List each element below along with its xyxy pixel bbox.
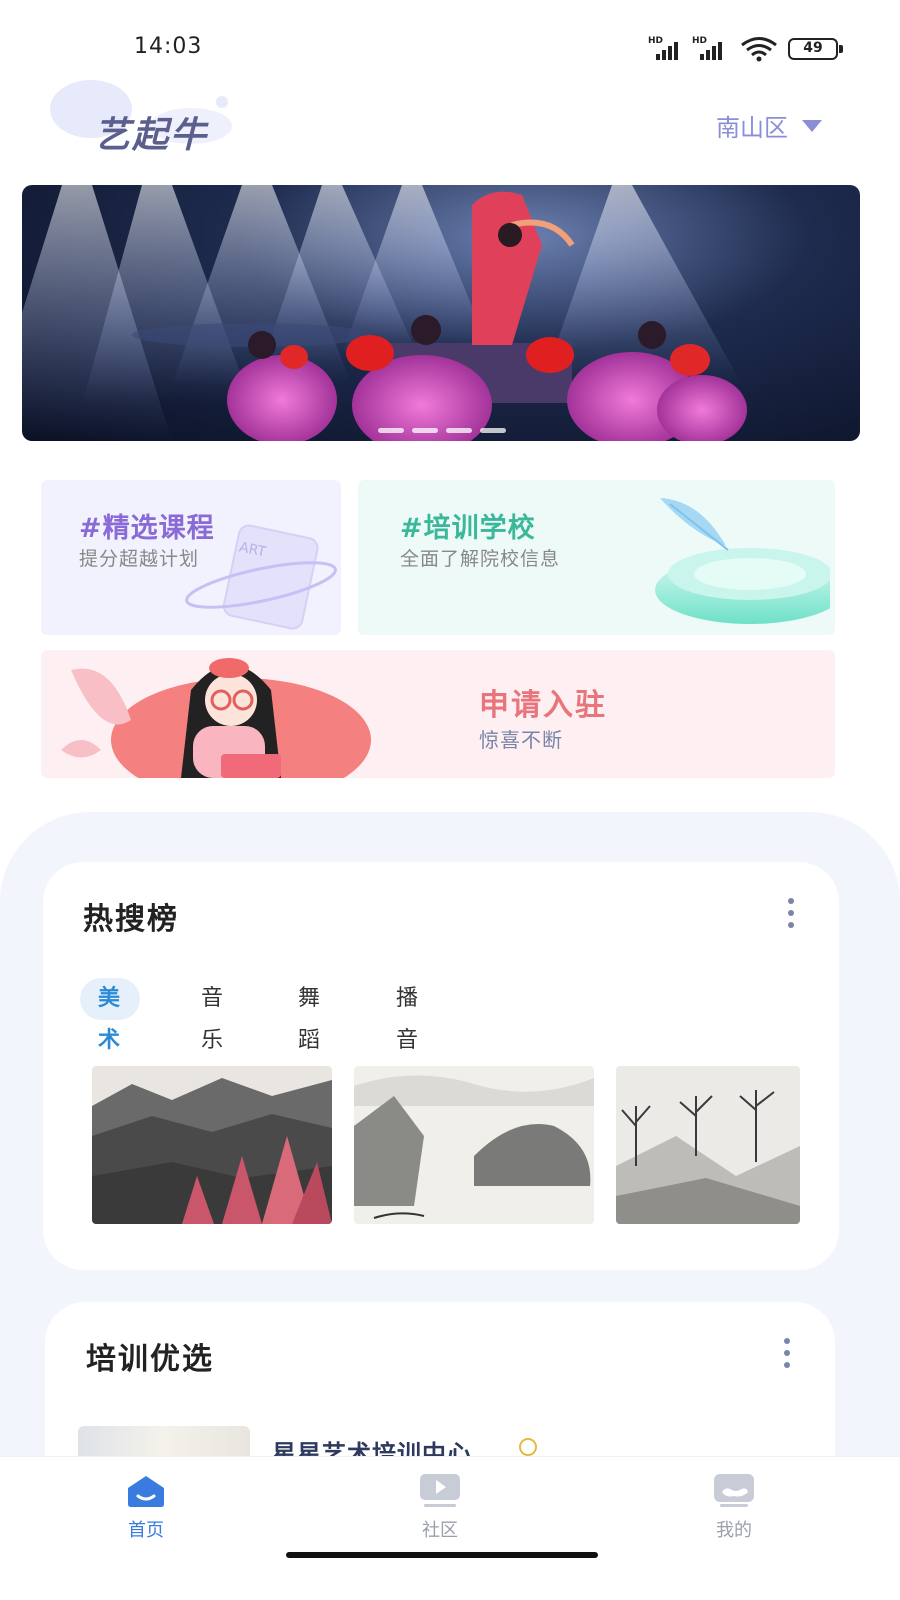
apply-title: 申请入驻 bbox=[479, 688, 607, 723]
banner-dot bbox=[446, 428, 472, 433]
district-selector[interactable]: 南山区 bbox=[716, 108, 822, 143]
tab-home-label: 首页 bbox=[128, 1520, 164, 1541]
tab-home[interactable]: 首页 bbox=[106, 1472, 186, 1542]
training-picks-title: 培训优选 bbox=[86, 1342, 214, 1377]
ink-landscape-image bbox=[354, 1066, 594, 1224]
banner-carousel[interactable] bbox=[22, 185, 860, 441]
battery-icon: 49 bbox=[788, 38, 838, 60]
artwork-item[interactable] bbox=[354, 1066, 594, 1224]
status-time: 14:03 bbox=[134, 34, 203, 59]
wifi-icon bbox=[741, 37, 777, 62]
featured-courses-card[interactable]: #精选课程 提分超越计划 ART bbox=[41, 480, 341, 635]
status-bar: 14:03 HD HD 49 bbox=[0, 0, 900, 80]
tab-broadcasting[interactable]: 播音主持 bbox=[396, 978, 420, 1137]
banner-pagination bbox=[378, 428, 506, 433]
battery-nub bbox=[839, 45, 843, 53]
tab-profile-label: 我的 bbox=[716, 1520, 752, 1541]
signal-icon: HD bbox=[692, 36, 726, 60]
training-schools-card[interactable]: #培训学校 全面了解院校信息 bbox=[358, 480, 835, 635]
banner-dot bbox=[378, 428, 404, 433]
landscape-painting-image bbox=[92, 1066, 332, 1224]
district-label: 南山区 bbox=[716, 114, 788, 142]
training-schools-title: #培训学校 bbox=[400, 513, 536, 544]
apply-subtitle: 惊喜不断 bbox=[479, 728, 563, 752]
home-indicator[interactable] bbox=[286, 1552, 598, 1558]
dance-performance-image bbox=[22, 185, 747, 441]
caret-down-icon bbox=[802, 119, 822, 132]
logo-decoration bbox=[216, 96, 228, 108]
art-book-icon bbox=[185, 524, 337, 630]
home-icon bbox=[128, 1476, 164, 1507]
tab-music[interactable]: 音乐 bbox=[201, 978, 225, 1053]
more-options-icon[interactable] bbox=[786, 898, 796, 928]
tab-art[interactable]: 美术 bbox=[80, 978, 141, 1053]
signal-icon: HD bbox=[648, 36, 682, 60]
more-options-icon[interactable] bbox=[782, 1338, 792, 1368]
girl-illustration bbox=[61, 658, 371, 778]
banner-dot bbox=[412, 428, 438, 433]
tab-community[interactable]: 社区 bbox=[400, 1472, 480, 1542]
tab-profile[interactable]: 我的 bbox=[694, 1472, 774, 1542]
winter-landscape-image bbox=[616, 1066, 800, 1224]
tab-dance[interactable]: 舞蹈 bbox=[298, 978, 322, 1053]
app-logo: 艺起牛 bbox=[94, 115, 209, 156]
banner-dot bbox=[480, 428, 506, 433]
training-schools-subtitle: 全面了解院校信息 bbox=[400, 548, 561, 570]
feather-podium-icon bbox=[655, 498, 830, 624]
play-icon bbox=[420, 1474, 460, 1507]
tab-community-label: 社区 bbox=[422, 1520, 458, 1541]
artwork-item[interactable] bbox=[92, 1066, 332, 1224]
artwork-item[interactable] bbox=[616, 1066, 800, 1224]
verified-badge-icon bbox=[519, 1438, 537, 1456]
apply-join-card[interactable]: 申请入驻 惊喜不断 bbox=[41, 650, 835, 778]
hot-search-title: 热搜榜 bbox=[83, 902, 179, 937]
profile-icon bbox=[714, 1474, 754, 1507]
